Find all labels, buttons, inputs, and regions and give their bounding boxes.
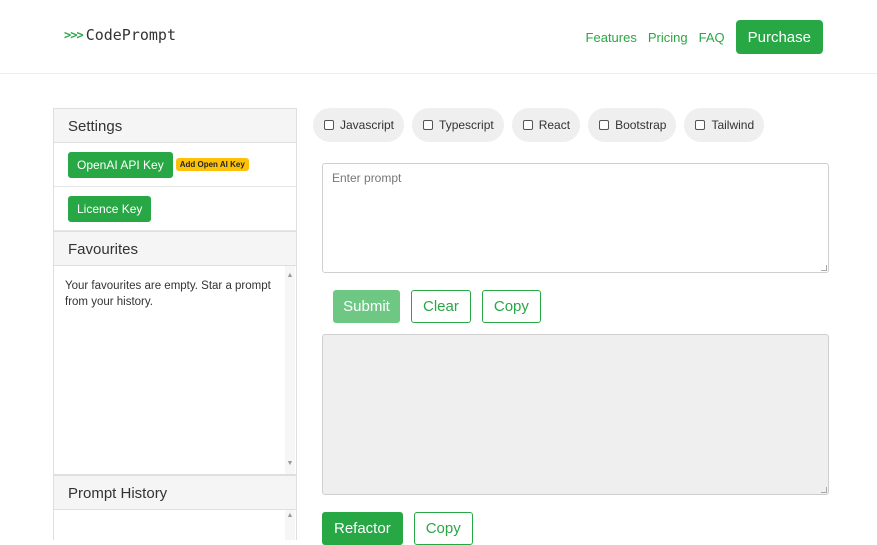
copy-output-button[interactable]: Copy bbox=[413, 512, 473, 545]
language-tags: Javascript Typescript React Bootstrap Ta… bbox=[313, 108, 772, 142]
prompt-placeholder: Enter prompt bbox=[332, 171, 402, 185]
nav-link-features[interactable]: Features bbox=[586, 30, 637, 45]
licence-key-row: Licence Key bbox=[54, 187, 296, 231]
resize-handle-icon[interactable] bbox=[821, 265, 827, 271]
tag-tailwind[interactable]: Tailwind bbox=[684, 108, 765, 142]
scroll-down-icon[interactable]: ▼ bbox=[286, 456, 294, 472]
copy-prompt-button[interactable]: Copy bbox=[481, 290, 541, 323]
favourites-empty-text: Your favourites are empty. Star a prompt… bbox=[65, 280, 271, 308]
tag-label: Typescript bbox=[439, 118, 494, 132]
settings-body: OpenAI API Key Add Open AI Key Licence K… bbox=[53, 143, 297, 231]
checkbox[interactable] bbox=[423, 120, 434, 130]
prompt-history-header: Prompt History bbox=[53, 475, 297, 510]
brand-arrows-icon: >>> bbox=[64, 28, 84, 42]
history-scrollbar[interactable]: ▲ bbox=[285, 510, 295, 540]
add-key-badge: Add Open AI Key bbox=[175, 158, 249, 171]
purchase-button[interactable]: Purchase bbox=[735, 20, 823, 54]
submit-button[interactable]: Submit bbox=[333, 290, 400, 323]
prompt-input[interactable]: Enter prompt bbox=[322, 163, 829, 273]
clear-button[interactable]: Clear bbox=[411, 290, 471, 323]
checkbox[interactable] bbox=[695, 120, 706, 130]
scroll-up-icon[interactable]: ▲ bbox=[286, 512, 294, 519]
prompt-history-list: ▲ bbox=[53, 510, 297, 540]
licence-key-button[interactable]: Licence Key bbox=[68, 195, 152, 222]
settings-header: Settings bbox=[53, 108, 297, 143]
tag-javascript[interactable]: Javascript bbox=[313, 108, 405, 142]
tag-label: Tailwind bbox=[711, 118, 755, 132]
brand-logo[interactable]: >>> CodePrompt bbox=[64, 26, 176, 44]
nav-link-faq[interactable]: FAQ bbox=[699, 30, 725, 45]
openai-key-row: OpenAI API Key Add Open AI Key bbox=[54, 143, 296, 187]
favourites-list: Your favourites are empty. Star a prompt… bbox=[53, 266, 297, 475]
sidebar: Settings OpenAI API Key Add Open AI Key … bbox=[53, 108, 297, 540]
tag-bootstrap[interactable]: Bootstrap bbox=[588, 108, 677, 142]
tag-label: Bootstrap bbox=[615, 118, 667, 132]
output-actions: Refactor Copy bbox=[322, 512, 484, 545]
resize-handle-icon[interactable] bbox=[821, 487, 827, 493]
output-area[interactable] bbox=[322, 334, 829, 495]
checkbox[interactable] bbox=[599, 120, 610, 130]
brand-name: CodePrompt bbox=[85, 26, 176, 44]
tag-react[interactable]: React bbox=[511, 108, 581, 142]
favourites-scrollbar[interactable]: ▲ ▼ bbox=[285, 266, 295, 474]
navbar: >>> CodePrompt Features Pricing FAQ Purc… bbox=[0, 0, 877, 74]
scroll-up-icon[interactable]: ▲ bbox=[286, 268, 294, 284]
favourites-header: Favourites bbox=[53, 231, 297, 266]
nav-link-pricing[interactable]: Pricing bbox=[648, 30, 688, 45]
refactor-button[interactable]: Refactor bbox=[322, 512, 403, 545]
tag-label: React bbox=[538, 118, 571, 132]
tag-typescript[interactable]: Typescript bbox=[412, 108, 504, 142]
checkbox[interactable] bbox=[522, 120, 533, 130]
openai-api-key-button[interactable]: OpenAI API Key bbox=[68, 151, 173, 178]
checkbox[interactable] bbox=[324, 120, 334, 130]
tag-label: Javascript bbox=[340, 118, 395, 132]
nav-links: Features Pricing FAQ Purchase bbox=[586, 20, 823, 54]
prompt-actions: Submit Clear Copy bbox=[333, 290, 552, 323]
